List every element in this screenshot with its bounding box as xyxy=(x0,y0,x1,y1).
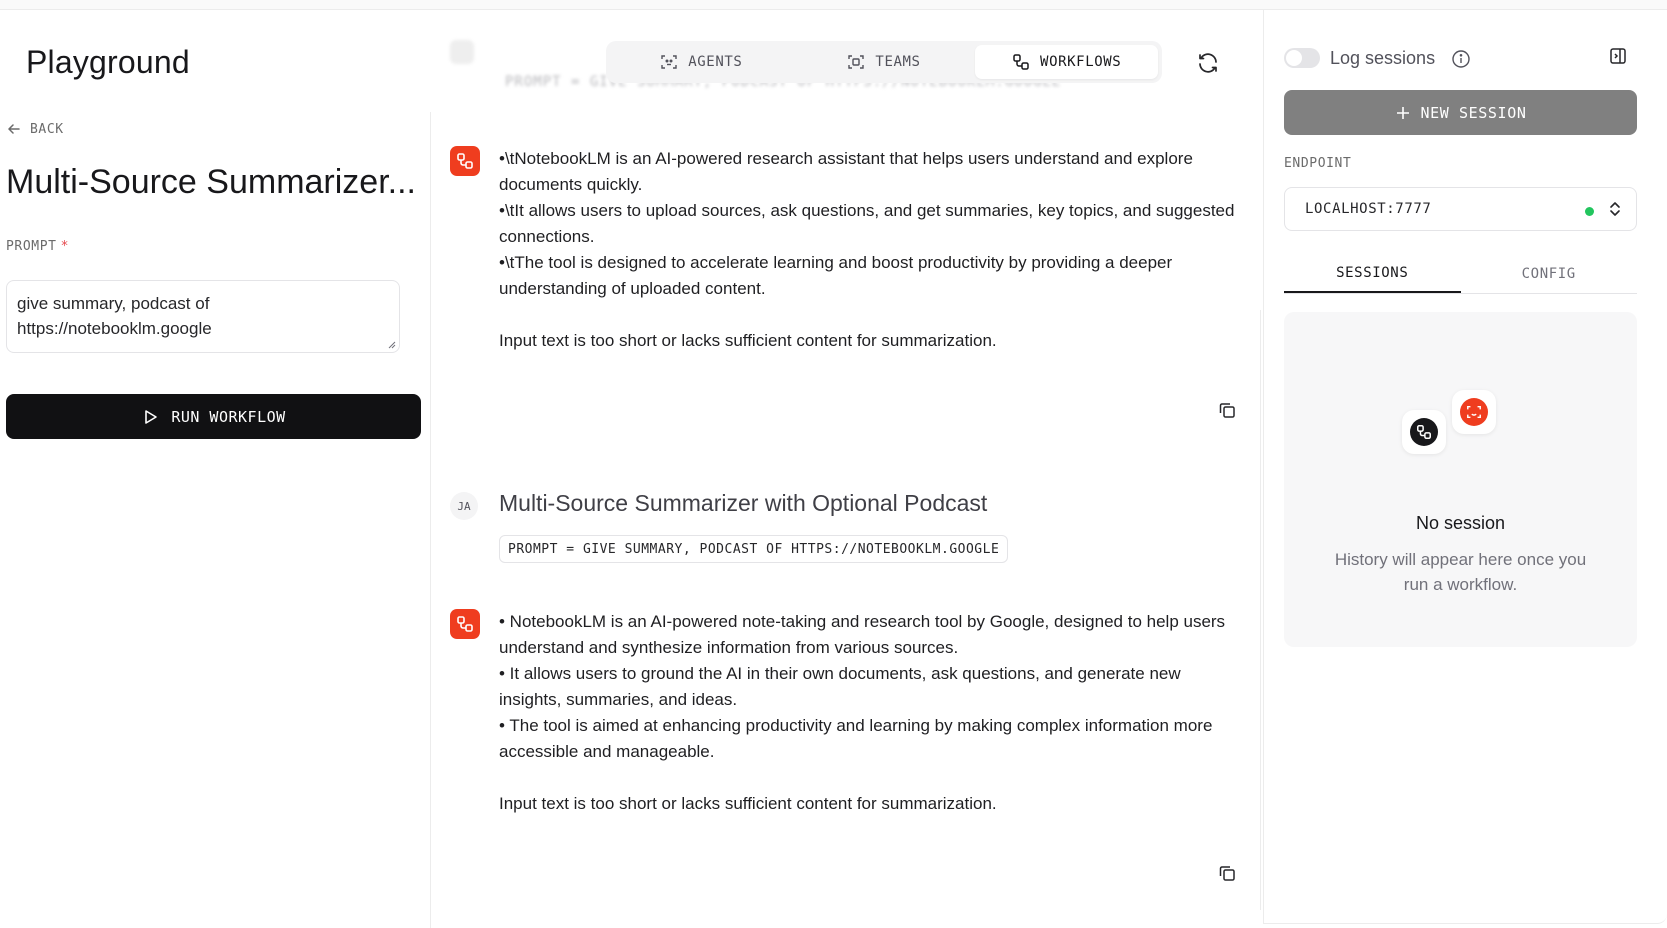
new-session-button[interactable]: NEW SESSION xyxy=(1284,90,1637,135)
play-icon xyxy=(145,409,158,424)
top-border xyxy=(0,0,1667,10)
workflow-bubble xyxy=(1402,410,1446,454)
response-line: •\tIt allows users to upload sources, as… xyxy=(499,201,1235,246)
response-line: •\tThe tool is designed to accelerate le… xyxy=(499,253,1173,298)
workflow-icon xyxy=(457,153,473,169)
empty-sessions-state: No session History will appear here once… xyxy=(1284,312,1637,647)
workflow-icon xyxy=(457,616,473,632)
prompt-label-text: PROMPT xyxy=(6,239,57,254)
app-title: Playground xyxy=(26,44,190,80)
user-prompt-chip: PROMPT = GIVE SUMMARY, PODCAST OF HTTPS:… xyxy=(499,535,1009,563)
workflow-response-2: • NotebookLM is an AI-powered note-takin… xyxy=(499,609,1239,817)
resize-grip-icon[interactable] xyxy=(387,340,396,349)
right-divider xyxy=(1260,310,1261,910)
plus-icon xyxy=(1396,106,1409,119)
copy-icon[interactable] xyxy=(1217,400,1237,420)
prompt-label: PROMPT * xyxy=(6,239,69,254)
endpoint-value: LOCALHOST:7777 xyxy=(1305,201,1432,217)
run-workflow-label: RUN WORKFLOW xyxy=(171,407,286,426)
run-workflow-button[interactable]: RUN WORKFLOW xyxy=(6,394,421,439)
prompt-value-line1: give summary, podcast of xyxy=(17,294,210,313)
mode-tabs: AGENTS TEAMS WORKFLOWS xyxy=(606,41,1162,83)
tab-teams[interactable]: TEAMS xyxy=(793,45,976,79)
new-session-label: NEW SESSION xyxy=(1420,103,1527,122)
user-avatar: JA xyxy=(450,492,478,520)
tab-workflows-label: WORKFLOWS xyxy=(1040,54,1122,70)
sessions-panel: Log sessions NEW SESSION ENDPOINT LOCALH… xyxy=(1263,10,1667,924)
info-icon[interactable] xyxy=(1451,49,1471,69)
chevron-up-down-icon xyxy=(1610,202,1620,216)
required-mark: * xyxy=(60,239,69,254)
response-line xyxy=(499,765,1239,791)
tab-sessions[interactable]: SESSIONS xyxy=(1284,254,1461,293)
empty-title: No session xyxy=(1415,513,1506,533)
endpoint-select[interactable]: LOCALHOST:7777 xyxy=(1284,187,1637,231)
back-link[interactable]: BACK xyxy=(6,121,64,137)
team-icon xyxy=(848,55,865,69)
response-line: •\tNotebookLM is an AI-powered research … xyxy=(499,149,1193,194)
agent-icon xyxy=(661,55,677,69)
prompt-textarea[interactable]: give summary, podcast of https://noteboo… xyxy=(6,280,400,353)
workflow-response-1: •\tNotebookLM is an AI-powered research … xyxy=(499,146,1239,354)
endpoint-status-dot xyxy=(1585,207,1594,216)
tab-workflows[interactable]: WORKFLOWS xyxy=(975,45,1159,79)
back-label: BACK xyxy=(30,121,64,137)
faded-avatar xyxy=(450,40,474,64)
workflow-icon xyxy=(1013,54,1029,70)
copy-icon[interactable] xyxy=(1217,863,1237,883)
log-sessions-label: Log sessions xyxy=(1330,48,1436,68)
sessions-config-tabs: SESSIONS CONFIG xyxy=(1284,254,1637,294)
collapse-panel-icon[interactable] xyxy=(1608,46,1628,66)
log-sessions-toggle[interactable] xyxy=(1284,48,1320,68)
workflow-title: Multi-Source Summarizer... xyxy=(6,163,416,201)
arrow-left-icon xyxy=(8,124,20,134)
response-line: • NotebookLM is an AI-powered note-takin… xyxy=(499,612,1226,657)
workflow-icon xyxy=(1417,425,1431,439)
left-divider xyxy=(430,112,431,928)
prompt-value-line2: https://notebooklm.google xyxy=(17,319,212,338)
tab-agents-label: AGENTS xyxy=(688,54,743,70)
agent-avatar xyxy=(450,146,480,176)
response-line: Input text is too short or lacks suffici… xyxy=(499,794,997,813)
response-line: Input text is too short or lacks suffici… xyxy=(499,331,997,350)
endpoint-label: ENDPOINT xyxy=(1284,156,1352,171)
user-message-title: Multi-Source Summarizer with Optional Po… xyxy=(499,490,988,516)
empty-subtitle: History will appear here once you run a … xyxy=(1334,550,1587,594)
tab-config[interactable]: CONFIG xyxy=(1461,254,1638,293)
tab-agents[interactable]: AGENTS xyxy=(610,45,793,79)
tab-teams-label: TEAMS xyxy=(875,54,921,70)
agent-icon xyxy=(1467,405,1481,419)
response-line: • The tool is aimed at enhancing product… xyxy=(499,716,1213,761)
agent-avatar xyxy=(450,609,480,639)
response-line: • It allows users to ground the AI in th… xyxy=(499,664,1181,709)
agent-bubble xyxy=(1452,390,1496,434)
left-panel: Playground BACK Multi-Source Summarizer.… xyxy=(0,10,431,928)
response-line xyxy=(499,302,1239,328)
refresh-icon[interactable] xyxy=(1196,51,1220,75)
